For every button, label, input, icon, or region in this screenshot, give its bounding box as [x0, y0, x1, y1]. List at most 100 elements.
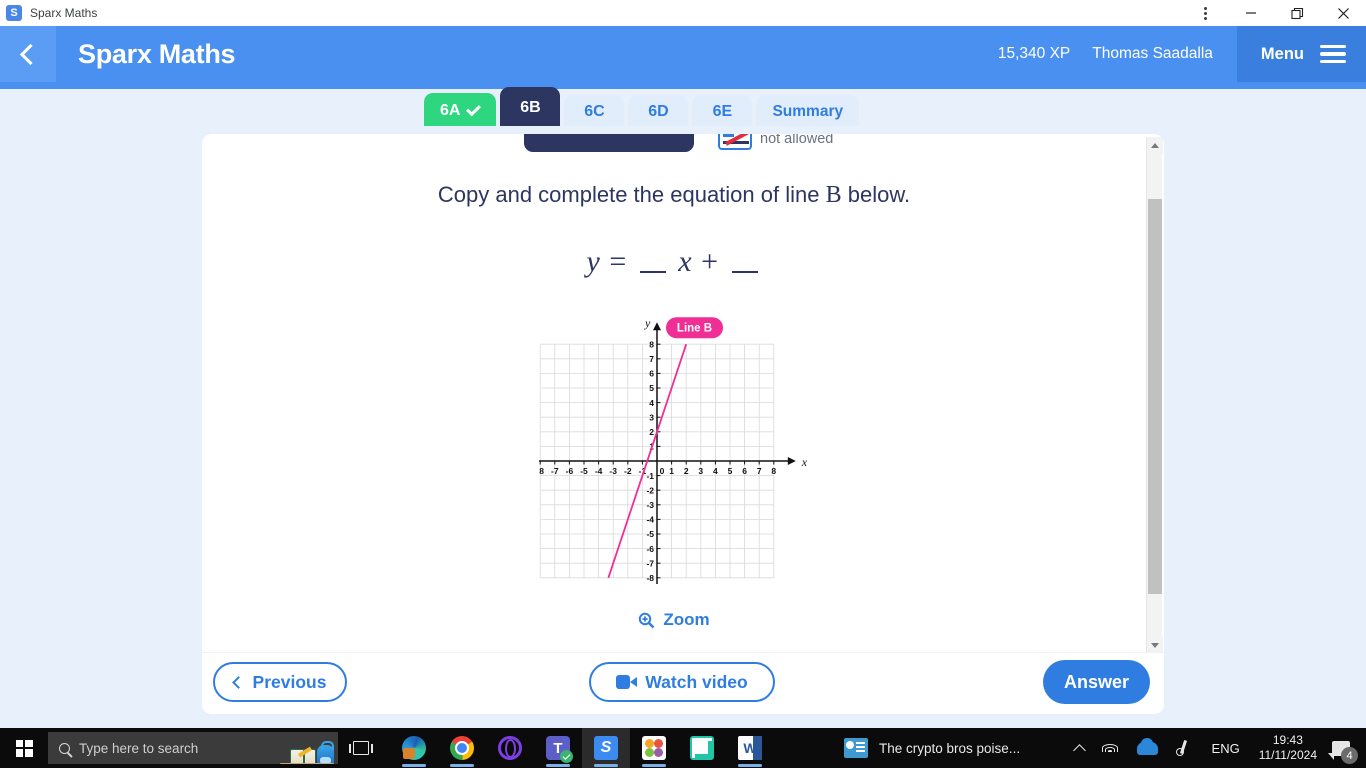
taskbar-app-photos[interactable]	[630, 728, 678, 768]
tray-language[interactable]: ENG	[1202, 728, 1250, 768]
svg-text:1: 1	[669, 466, 674, 476]
workspace: not allowed Copy and complete the equati…	[0, 126, 1366, 728]
tab-6d-label: 6D	[648, 103, 669, 120]
equation-variable: x	[678, 245, 693, 278]
question-prompt-before: Copy and complete the equation of line	[437, 182, 826, 207]
chevron-down-icon	[1151, 643, 1159, 648]
svg-text:3: 3	[649, 412, 654, 422]
header-right: 15,340 XP Thomas Saadalla Menu	[998, 26, 1366, 82]
scroll-up-button[interactable]	[1147, 137, 1163, 154]
tab-favicon: S	[6, 5, 22, 21]
svg-text:6: 6	[742, 466, 747, 476]
search-placeholder: Type here to search	[79, 740, 199, 756]
coordinate-graph[interactable]: -8-7-6-5-4-3-2-1123456780-8-7-6-5-4-3-2-…	[539, 309, 809, 584]
svg-text:-8: -8	[646, 573, 654, 583]
running-indicator	[546, 764, 570, 767]
question-scroll-area: not allowed Copy and complete the equati…	[202, 134, 1146, 654]
svg-text:6: 6	[649, 369, 654, 379]
zoom-control[interactable]: Zoom	[202, 610, 1146, 630]
question-chip-button[interactable]	[524, 134, 694, 152]
previous-button[interactable]: Previous	[213, 662, 347, 702]
pen-ink-icon	[1175, 740, 1193, 757]
taskbar-app-teams[interactable]: T	[534, 728, 582, 768]
taskbar-app-edge[interactable]	[390, 728, 438, 768]
svg-text:-2: -2	[646, 485, 654, 495]
tab-6d[interactable]: 6D	[628, 95, 689, 129]
wifi-icon	[1102, 742, 1119, 755]
running-indicator	[594, 764, 618, 767]
windows-start-icon	[15, 739, 33, 757]
svg-text:-7: -7	[646, 558, 654, 568]
tray-pen[interactable]	[1167, 728, 1202, 768]
browser-tab-title[interactable]: Sparx Maths	[30, 6, 97, 20]
menu-label: Menu	[1260, 44, 1304, 63]
taskbar-app-opera[interactable]	[486, 728, 534, 768]
question-prompt-after: below.	[841, 182, 911, 207]
minimize-icon	[1246, 12, 1256, 14]
svg-text:-6: -6	[646, 544, 654, 554]
svg-text:-5: -5	[646, 529, 654, 539]
zoom-label: Zoom	[663, 610, 710, 629]
calculator-not-allowed-label: not allowed	[760, 134, 834, 147]
tab-6a[interactable]: 6A	[424, 93, 497, 129]
svg-text:4: 4	[649, 398, 654, 408]
chrome-icon	[450, 736, 474, 760]
taskbar-app-mint[interactable]	[678, 728, 726, 768]
question-prompt-variable: B	[825, 182, 842, 208]
close-button[interactable]	[1320, 0, 1366, 26]
svg-text:Line B: Line B	[677, 323, 712, 335]
graph-container: -8-7-6-5-4-3-2-1123456780-8-7-6-5-4-3-2-…	[202, 309, 1146, 584]
equation-blank-intercept[interactable]	[731, 253, 758, 273]
equation-blank-gradient[interactable]	[639, 253, 666, 273]
tab-6a-label: 6A	[440, 102, 461, 119]
taskbar-app-sparx[interactable]: S	[582, 728, 630, 768]
teams-icon: T	[546, 736, 573, 763]
task-view-icon	[349, 741, 373, 755]
maximize-restore-button[interactable]	[1274, 0, 1320, 26]
taskbar-search[interactable]: Type here to search	[48, 732, 338, 764]
svg-text:7: 7	[649, 354, 654, 364]
taskbar-app-word[interactable]: W	[726, 728, 774, 768]
svg-text:-2: -2	[624, 466, 632, 476]
question-card: not allowed Copy and complete the equati…	[202, 134, 1164, 714]
tray-overflow-button[interactable]	[1066, 728, 1093, 768]
notification-count-badge: 4	[1341, 747, 1358, 764]
news-and-interests[interactable]: The crypto bros poise...	[844, 738, 1020, 758]
minimize-button[interactable]	[1228, 0, 1274, 26]
svg-text:-7: -7	[551, 466, 559, 476]
tab-6e[interactable]: 6E	[692, 95, 753, 129]
tray-onedrive[interactable]	[1128, 728, 1167, 768]
tab-6b[interactable]: 6B	[500, 87, 561, 129]
word-icon: W	[738, 736, 762, 760]
tray-wifi[interactable]	[1093, 728, 1128, 768]
user-name[interactable]: Thomas Saadalla	[1092, 45, 1213, 63]
watch-video-button[interactable]: Watch video	[589, 662, 775, 702]
start-button[interactable]	[0, 728, 48, 768]
equation-display: y = x +	[202, 245, 1146, 279]
answer-button[interactable]: Answer	[1043, 660, 1150, 704]
task-view-button[interactable]	[338, 728, 384, 768]
card-scrollbar[interactable]	[1146, 137, 1163, 654]
svg-text:-1: -1	[646, 471, 654, 481]
clock-date: 11/11/2024	[1258, 748, 1317, 762]
chevron-up-icon	[1072, 743, 1086, 757]
equation-lhs: y	[586, 245, 601, 278]
tab-6c[interactable]: 6C	[564, 95, 625, 129]
question-prompt: Copy and complete the equation of line B…	[202, 182, 1146, 209]
app-header: Sparx Maths 15,340 XP Thomas Saadalla Me…	[0, 26, 1366, 82]
svg-text:-4: -4	[646, 515, 654, 525]
check-icon	[466, 101, 482, 117]
taskbar-app-chrome[interactable]	[438, 728, 486, 768]
tab-6c-label: 6C	[584, 103, 605, 120]
tray-notifications[interactable]: 4	[1326, 728, 1362, 768]
scrollbar-thumb[interactable]	[1148, 199, 1162, 594]
tab-summary[interactable]: Summary	[756, 95, 860, 129]
browser-menu-button[interactable]	[1182, 0, 1228, 26]
running-indicator	[738, 764, 762, 767]
question-toolbar-partial: not allowed	[202, 134, 1146, 152]
tab-strip: 6A 6B 6C 6D 6E Summary	[0, 82, 1366, 129]
back-button[interactable]	[0, 26, 56, 82]
equation-plus: +	[701, 245, 719, 278]
tray-clock[interactable]: 19:43 11/11/2024	[1250, 733, 1326, 763]
menu-button[interactable]: Menu	[1236, 26, 1366, 82]
